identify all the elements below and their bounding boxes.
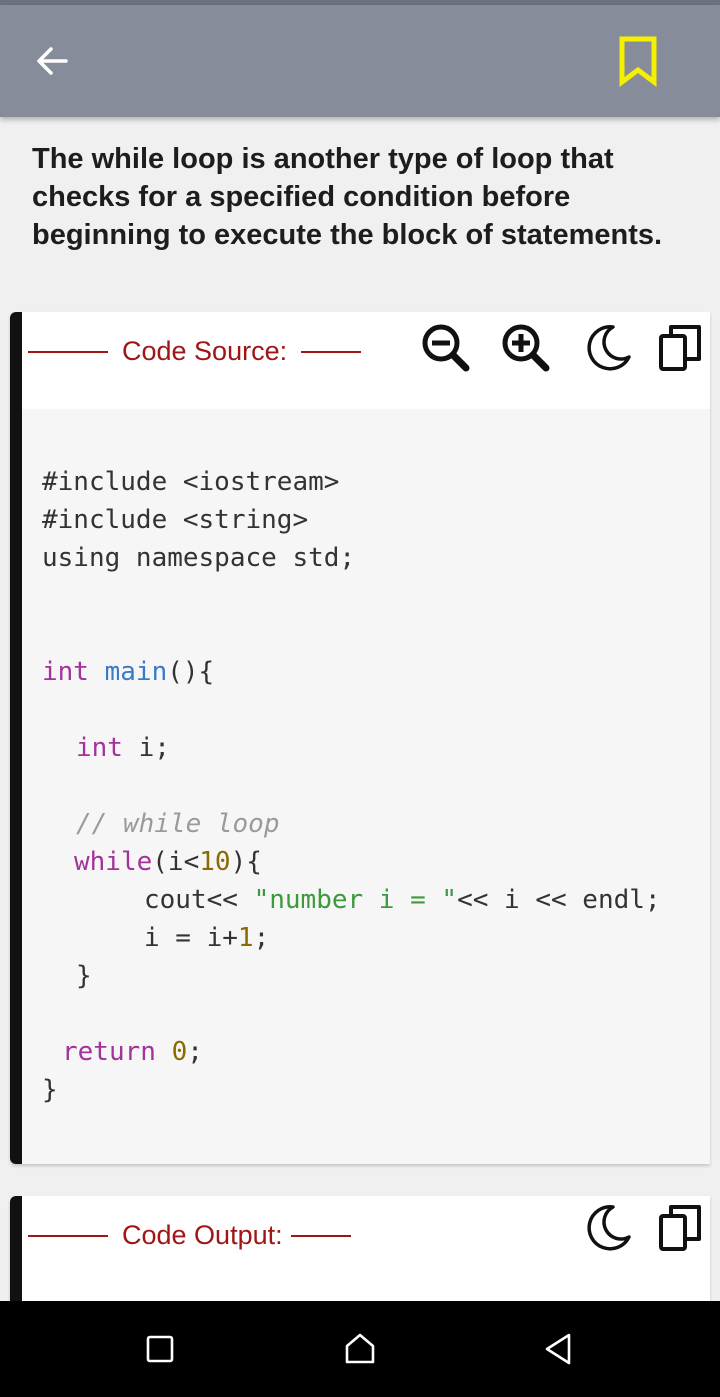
code-line-return: return 0; xyxy=(62,1037,203,1067)
code-line-using: using namespace std; xyxy=(42,543,356,573)
code-source-label: Code Source: xyxy=(122,336,288,366)
code-line-close-while: } xyxy=(76,961,92,991)
token-punct: (){ xyxy=(167,657,215,687)
copy-code-button[interactable] xyxy=(652,320,708,376)
dark-mode-moon-icon xyxy=(587,1205,631,1251)
bookmark-outline-icon xyxy=(619,36,657,87)
code-line-while: while(i<10){ xyxy=(74,847,262,877)
token-keyword: int xyxy=(42,657,89,687)
token-text: i; xyxy=(122,733,170,763)
home-button[interactable] xyxy=(340,1329,380,1369)
dark-mode-button[interactable] xyxy=(580,320,636,376)
token-number: 10 xyxy=(199,847,231,877)
system-navigation-bar xyxy=(0,1301,720,1397)
arrow-left-icon xyxy=(37,47,68,75)
nav-back-button[interactable] xyxy=(538,1329,578,1369)
recent-apps-button[interactable] xyxy=(140,1329,180,1369)
token-keyword: while xyxy=(74,847,153,877)
code-line-comment: // while loop xyxy=(76,809,280,839)
code-line-declaration: int i; xyxy=(76,733,170,763)
back-triangle-icon xyxy=(545,1333,571,1365)
dark-mode-moon-icon xyxy=(587,325,631,371)
code-source-title: Code Source: xyxy=(28,336,362,367)
output-dark-mode-button[interactable] xyxy=(580,1200,636,1256)
code-output-header: Code Output: xyxy=(22,1196,710,1293)
token-text: (i< xyxy=(152,847,200,877)
code-line-include-iostream: #include <iostream> xyxy=(42,467,340,497)
code-line-close-main: } xyxy=(42,1075,58,1105)
code-line-main: int main(){ xyxy=(42,657,214,687)
token-keyword: int xyxy=(76,733,123,763)
token-text: ; xyxy=(187,1037,203,1067)
code-line-cout: cout<< "number i = "<< i << endl; xyxy=(144,885,661,915)
code-line-include-string: #include <string> xyxy=(42,505,309,535)
home-icon xyxy=(345,1333,375,1364)
token-text: << i << endl; xyxy=(457,885,661,915)
copy-icon xyxy=(659,325,701,371)
code-line-increment: i = i+1; xyxy=(144,923,269,953)
title-rule-right xyxy=(301,350,362,353)
token-number: 0 xyxy=(171,1037,188,1067)
lesson-description: The while loop is another type of loop t… xyxy=(32,143,663,251)
copy-output-button[interactable] xyxy=(652,1200,708,1256)
token-keyword: return xyxy=(62,1037,156,1067)
code-output-label: Code Output: xyxy=(122,1220,283,1250)
token-number: 1 xyxy=(237,923,254,953)
token-string: "number i = " xyxy=(253,885,458,915)
title-rule-left xyxy=(28,350,108,353)
zoom-out-button[interactable] xyxy=(418,320,474,376)
token-text: i = i+ xyxy=(144,923,238,953)
code-output-card: Code Output: xyxy=(10,1196,710,1316)
copy-icon xyxy=(659,1205,701,1251)
code-source-card: Code Source: #include <iostream> #includ… xyxy=(10,312,710,1164)
zoom-in-button[interactable] xyxy=(498,320,554,376)
code-source-header: Code Source: xyxy=(22,312,710,409)
zoom-in-icon xyxy=(502,324,550,372)
token-function: main xyxy=(104,657,168,687)
recent-apps-icon xyxy=(146,1335,174,1363)
title-rule-left xyxy=(28,1234,108,1237)
title-rule-right xyxy=(290,1234,351,1237)
token-text: ){ xyxy=(230,847,262,877)
code-block[interactable]: #include <iostream> #include <string> us… xyxy=(22,409,710,1164)
token-text: ; xyxy=(253,923,270,953)
token-text: cout<< xyxy=(144,885,254,915)
back-button[interactable] xyxy=(22,31,82,91)
app-bar xyxy=(0,5,720,117)
code-output-title: Code Output: xyxy=(28,1220,351,1251)
bookmark-button[interactable] xyxy=(608,31,668,91)
zoom-out-icon xyxy=(422,324,470,372)
